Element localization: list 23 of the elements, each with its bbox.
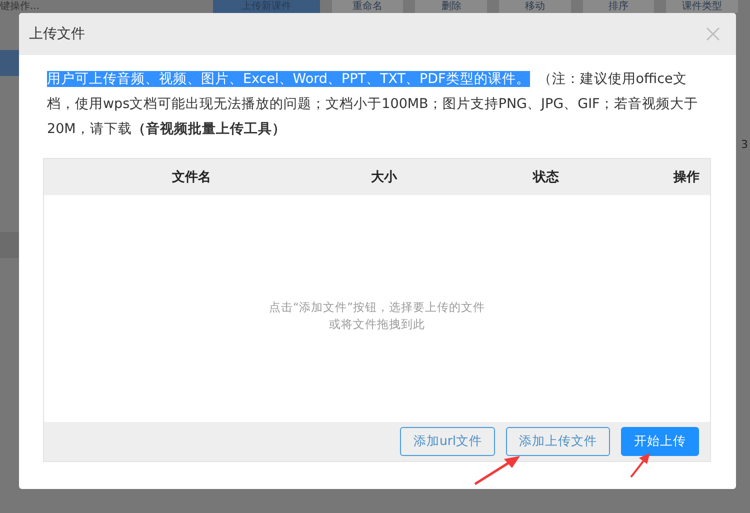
close-icon [706, 27, 720, 41]
close-button[interactable] [706, 27, 720, 41]
notice-text: 用户可上传音频、视频、图片、Excel、Word、PPT、TXT、PDF类型的课件。 （注：建议使用office文档，使用wps文档可能出现无法播放的问题；文档小于100MB；图片支持PNG、JPG、GIF；若音视频大于20M，请下载（音视频批量上传工具） [47, 70, 699, 139]
toolbar-button[interactable]: 重命名 [332, 0, 404, 13]
toolbar-button[interactable]: 删除 [415, 0, 488, 13]
column-header: 状态 [531, 169, 560, 186]
column-header: 文件名 [171, 168, 212, 186]
sidebar-row [0, 50, 20, 76]
dialog-title: 上传文件 [29, 25, 85, 43]
toolbar-button[interactable]: 排序 [582, 0, 654, 13]
column-header: 操作 [672, 169, 700, 186]
annotation-arrow [630, 453, 650, 478]
toolbar-button[interactable]: 课件类型 [666, 0, 738, 13]
sidebar-label: 键操作... [0, 0, 41, 13]
empty-hint: 点击“添加文件”按钮，选择要上传的文件 [269, 298, 485, 316]
column-header: 大小 [370, 169, 398, 186]
add-file-button[interactable]: 添加url文件 [400, 427, 495, 456]
empty-hint: 或将文件拖拽到此 [329, 316, 425, 332]
annotation-arrow [474, 456, 520, 486]
toolbar-button[interactable]: 移动 [499, 0, 571, 13]
table-cell: 3 [741, 138, 748, 151]
add-file-button[interactable]: 添加上传文件 [506, 427, 610, 456]
start-upload-button[interactable]: 开始上传 [621, 427, 699, 456]
